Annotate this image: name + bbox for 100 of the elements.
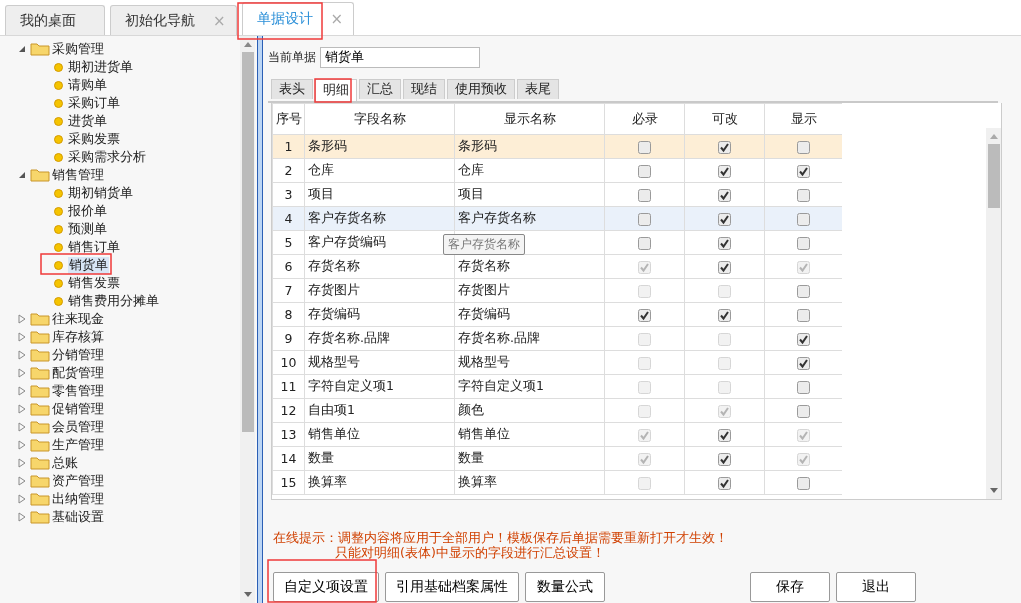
expanded-icon[interactable]: [17, 44, 27, 54]
table-cell: 客户存货名称: [454, 206, 605, 231]
table-cell: 项目: [454, 182, 605, 207]
collapsed-icon[interactable]: [17, 512, 27, 522]
tree-item[interactable]: 促销管理: [52, 400, 104, 418]
tree-item[interactable]: 采购订单: [68, 94, 120, 112]
collapsed-icon[interactable]: [17, 350, 27, 360]
tree-item[interactable]: 采购发票: [68, 130, 120, 148]
tree-item[interactable]: 期初销货单: [68, 184, 133, 202]
tree-item[interactable]: 请购单: [68, 76, 107, 94]
tree-item[interactable]: 销售管理: [52, 166, 104, 184]
action-button[interactable]: 数量公式: [525, 572, 605, 602]
checkbox[interactable]: [797, 213, 810, 226]
expanded-icon[interactable]: [17, 170, 27, 180]
collapsed-icon[interactable]: [17, 404, 27, 414]
collapsed-icon[interactable]: [17, 332, 27, 342]
checkbox[interactable]: [718, 189, 731, 202]
row-number: 10: [272, 350, 305, 375]
tree-item[interactable]: 分销管理: [52, 346, 104, 364]
checkbox[interactable]: [797, 333, 810, 346]
row-number: 9: [272, 326, 305, 351]
scroll-up-icon[interactable]: [989, 133, 998, 139]
checkbox[interactable]: [797, 189, 810, 202]
checkbox[interactable]: [718, 309, 731, 322]
scrollbar[interactable]: [240, 36, 255, 603]
checkbox[interactable]: [797, 381, 810, 394]
splitter[interactable]: [257, 36, 263, 603]
checkbox[interactable]: [718, 261, 731, 274]
checkbox[interactable]: [638, 213, 651, 226]
tree-item[interactable]: 往来现金: [52, 310, 104, 328]
checkbox[interactable]: [718, 453, 731, 466]
tab[interactable]: 初始化导航 ×: [110, 5, 237, 35]
tree-item[interactable]: 资产管理: [52, 472, 104, 490]
collapsed-icon[interactable]: [17, 440, 27, 450]
checkbox[interactable]: [797, 309, 810, 322]
tab[interactable]: 使用预收: [447, 79, 515, 99]
collapsed-icon[interactable]: [17, 422, 27, 432]
tree-item[interactable]: 期初进货单: [68, 58, 133, 76]
collapsed-icon[interactable]: [17, 476, 27, 486]
checkbox[interactable]: [797, 141, 810, 154]
tree-item[interactable]: 会员管理: [52, 418, 104, 436]
tree-item[interactable]: 总账: [52, 454, 78, 472]
document-field[interactable]: 销货单: [320, 47, 480, 68]
folder-icon: [30, 384, 50, 398]
tab[interactable]: 表尾: [517, 79, 559, 99]
tree-item[interactable]: 销货单: [68, 256, 109, 274]
tab[interactable]: 表头: [271, 79, 313, 99]
tree-item[interactable]: 采购管理: [52, 40, 104, 58]
checkbox[interactable]: [638, 141, 651, 154]
tab[interactable]: 汇总: [359, 79, 401, 99]
checkbox[interactable]: [797, 477, 810, 490]
tree-item[interactable]: 预测单: [68, 220, 107, 238]
checkbox[interactable]: [638, 237, 651, 250]
action-button[interactable]: 自定义项设置: [273, 572, 379, 602]
checkbox[interactable]: [638, 189, 651, 202]
action-button[interactable]: 保存: [750, 572, 830, 602]
tree-item[interactable]: 配货管理: [52, 364, 104, 382]
scroll-thumb[interactable]: [987, 144, 1000, 208]
checkbox[interactable]: [718, 429, 731, 442]
tree-item[interactable]: 销售订单: [68, 238, 120, 256]
tab[interactable]: 现结: [403, 79, 445, 99]
tree-item[interactable]: 库存核算: [52, 328, 104, 346]
tree-item[interactable]: 销售发票: [68, 274, 120, 292]
table-cell: 存货名称.品牌: [304, 326, 455, 351]
checkbox[interactable]: [797, 165, 810, 178]
tree-item[interactable]: 基础设置: [52, 508, 104, 526]
checkbox[interactable]: [718, 237, 731, 250]
checkbox[interactable]: [797, 357, 810, 370]
row-number: 14: [272, 446, 305, 471]
checkbox[interactable]: [797, 237, 810, 250]
checkbox[interactable]: [718, 141, 731, 154]
scroll-down-icon[interactable]: [243, 592, 252, 598]
checkbox[interactable]: [718, 213, 731, 226]
tab[interactable]: 我的桌面: [5, 5, 105, 35]
tree-item[interactable]: 生产管理: [52, 436, 104, 454]
checkbox[interactable]: [718, 477, 731, 490]
tab[interactable]: 单据设计 ×: [241, 2, 355, 35]
checkbox[interactable]: [718, 165, 731, 178]
checkbox[interactable]: [638, 165, 651, 178]
tree-item[interactable]: 零售管理: [52, 382, 104, 400]
collapsed-icon[interactable]: [17, 494, 27, 504]
tree-item[interactable]: 报价单: [68, 202, 107, 220]
action-button[interactable]: 退出: [836, 572, 916, 602]
scroll-thumb[interactable]: [241, 52, 254, 432]
scroll-down-icon[interactable]: [989, 488, 998, 494]
dot-icon: [54, 206, 63, 216]
collapsed-icon[interactable]: [17, 386, 27, 396]
collapsed-icon[interactable]: [17, 458, 27, 468]
checkbox[interactable]: [638, 309, 651, 322]
checkbox[interactable]: [797, 285, 810, 298]
checkbox[interactable]: [797, 405, 810, 418]
tree-item[interactable]: 销售费用分摊单: [68, 292, 159, 310]
tree-item[interactable]: 采购需求分析: [68, 148, 146, 166]
action-button[interactable]: 引用基础档案属性: [385, 572, 519, 602]
tree-item[interactable]: 出纳管理: [52, 490, 104, 508]
scroll-up-icon[interactable]: [243, 41, 252, 47]
scrollbar[interactable]: [986, 128, 1001, 499]
collapsed-icon[interactable]: [17, 314, 27, 324]
collapsed-icon[interactable]: [17, 368, 27, 378]
tree-item[interactable]: 进货单: [68, 112, 107, 130]
